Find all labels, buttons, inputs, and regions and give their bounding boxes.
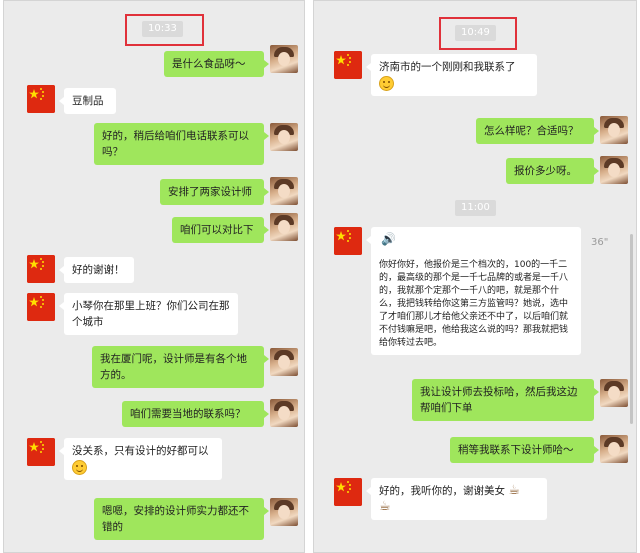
user-photo-avatar[interactable] — [270, 348, 298, 376]
message-bubble-sent[interactable]: 我让设计师去投标哈，然后我这边帮咱们下单 — [412, 379, 599, 421]
user-photo-avatar[interactable] — [600, 156, 628, 184]
message-bubble-sent[interactable]: 咱们需要当地的联系吗？ — [122, 401, 269, 427]
message-text: 报价多少呀。 — [514, 165, 577, 177]
message-bubble-sent[interactable]: 我在厦门呢，设计师是有各个地方的。 — [92, 346, 269, 388]
message-text: 我让设计师去投标哈，然后我这边帮咱们下单 — [420, 386, 578, 414]
message-bubble-sent[interactable]: 安排了两家设计师 — [160, 179, 269, 205]
user-photo-avatar[interactable] — [600, 116, 628, 144]
china-flag-avatar[interactable] — [334, 51, 362, 79]
scrollbar[interactable] — [630, 234, 633, 424]
user-photo-avatar[interactable] — [270, 123, 298, 151]
message-text: 是什么食品呀～ — [172, 58, 246, 70]
message-text: 济南市的一个刚刚和我联系了 — [379, 61, 516, 73]
user-photo-avatar[interactable] — [600, 379, 628, 407]
user-photo-avatar[interactable] — [270, 399, 298, 427]
user-photo-avatar[interactable] — [270, 498, 298, 526]
message-text: 咱们可以对比下 — [180, 224, 254, 236]
user-photo-avatar[interactable] — [270, 177, 298, 205]
voice-message-bubble[interactable]: 🔊 你好你好，他报价是三个档次的，100的一千二的，最高级的那个是一千七品牌的或者… — [366, 227, 581, 355]
chat-panel-right: 10:49 济南市的一个刚刚和我联系了 怎么样呢？合适吗？ 报价多少呀。 11:… — [313, 0, 637, 553]
message-bubble-received[interactable]: 好的，我听你的，谢谢美女 ☕ ☕ — [366, 478, 547, 520]
message-text: 咱们需要当地的联系吗？ — [130, 408, 246, 420]
message-bubble-sent[interactable]: 咱们可以对比下 — [172, 217, 269, 243]
message-text: 好的，稍后给咱们电话联系可以吗？ — [102, 130, 249, 158]
message-bubble-sent[interactable]: 稍等我联系下设计师哈～ — [450, 437, 599, 463]
voice-icon[interactable]: 🔊 — [381, 233, 396, 246]
message-bubble-received[interactable]: 没关系，只有设计的好都可以 — [59, 438, 222, 480]
highlight-box — [439, 17, 517, 50]
message-bubble-sent[interactable]: 报价多少呀。 — [506, 158, 599, 184]
message-bubble-sent[interactable]: 怎么样呢？合适吗？ — [476, 118, 599, 144]
message-text: 我在厦门呢，设计师是有各个地方的。 — [100, 353, 247, 381]
message-bubble-sent[interactable]: 是什么食品呀～ — [164, 51, 269, 77]
message-text: 安排了两家设计师 — [168, 186, 252, 198]
voice-transcript: 你好你好，他报价是三个档次的，100的一千二的，最高级的那个是一千七品牌的或者是… — [379, 260, 569, 348]
message-bubble-sent[interactable]: 好的，稍后给咱们电话联系可以吗？ — [94, 123, 269, 165]
timestamp: 11:00 — [455, 200, 496, 216]
user-photo-avatar[interactable] — [270, 213, 298, 241]
highlight-box — [125, 14, 204, 46]
message-bubble-received[interactable]: 济南市的一个刚刚和我联系了 — [366, 54, 537, 96]
smile-emoji — [72, 459, 87, 475]
china-flag-avatar[interactable] — [334, 478, 362, 506]
message-text: 没关系，只有设计的好都可以 — [72, 445, 209, 457]
message-bubble-received[interactable]: 好的谢谢！ — [59, 257, 134, 283]
user-photo-avatar[interactable] — [270, 45, 298, 73]
smile-emoji — [379, 75, 394, 91]
chat-panel-left: 10:33 是什么食品呀～ 豆制品 好的，稍后给咱们电话联系可以吗？ 安排了两家… — [3, 0, 305, 553]
china-flag-avatar[interactable] — [27, 85, 55, 113]
message-text: 好的，我听你的，谢谢美女 — [379, 485, 505, 497]
message-text: 嗯嗯，安排的设计师实力都还不错的 — [102, 505, 249, 533]
message-text: 豆制品 — [72, 95, 104, 107]
coffee-cup-emoji: ☕ — [508, 483, 520, 498]
voice-duration: 36" — [591, 237, 609, 248]
china-flag-avatar[interactable] — [27, 438, 55, 466]
message-text: 稍等我联系下设计师哈～ — [458, 444, 574, 456]
message-bubble-received[interactable]: 小琴你在那里上班？你们公司在那个城市 — [59, 293, 238, 335]
user-photo-avatar[interactable] — [600, 435, 628, 463]
china-flag-avatar[interactable] — [334, 227, 362, 255]
message-bubble-received[interactable]: 豆制品 — [59, 88, 116, 114]
china-flag-avatar[interactable] — [27, 293, 55, 321]
message-text: 好的谢谢！ — [72, 264, 125, 276]
coffee-cup-emoji: ☕ — [379, 499, 391, 514]
message-bubble-sent[interactable]: 嗯嗯，安排的设计师实力都还不错的 — [94, 498, 269, 540]
message-text: 小琴你在那里上班？你们公司在那个城市 — [72, 300, 230, 328]
china-flag-avatar[interactable] — [27, 255, 55, 283]
message-text: 怎么样呢？合适吗？ — [484, 125, 579, 137]
